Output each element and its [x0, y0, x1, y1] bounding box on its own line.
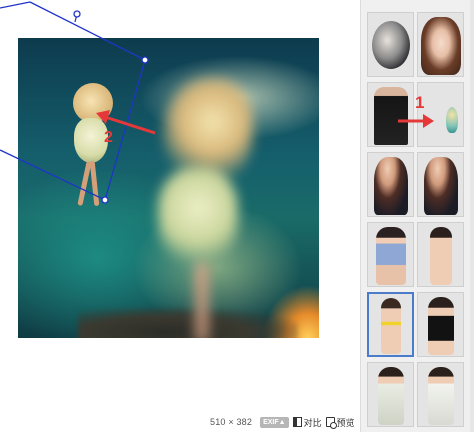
image-status-bar: 510 × 382 EXIF▲ 对比 预览	[210, 414, 360, 430]
image-dimensions: 510 × 382	[210, 417, 253, 427]
cutout-dress	[74, 118, 108, 163]
thumbnail-woman-dark-top-2[interactable]	[417, 152, 464, 217]
thumbnail-couple-suit-oval[interactable]	[367, 12, 414, 77]
thumbnail-woman-dark-top-1[interactable]	[367, 152, 414, 217]
compare-button[interactable]: 对比	[292, 416, 322, 429]
preview-button[interactable]: 预览	[325, 416, 355, 429]
blurred-legs	[195, 263, 209, 338]
cutout-hair	[73, 83, 113, 123]
preview-icon	[325, 417, 337, 429]
thumbnail-woman-yellow-bikini[interactable]	[367, 292, 414, 357]
compare-label: 对比	[303, 417, 322, 428]
preview-label: 预览	[336, 417, 355, 428]
blurred-dress	[158, 168, 238, 268]
thumbnail-woman-bikini-standing[interactable]	[417, 222, 464, 287]
edited-image-canvas[interactable]	[18, 38, 319, 338]
thumbnail-couple-black-suits[interactable]	[367, 82, 414, 147]
compare-icon	[292, 417, 302, 427]
thumbnail-woman-denim-shirt[interactable]	[367, 222, 414, 287]
thumbnail-woman-white-dress-1[interactable]	[367, 362, 414, 427]
exif-button[interactable]: EXIF▲	[260, 416, 289, 428]
thumbnail-fairy-cutout[interactable]	[417, 82, 464, 147]
thumbnail-panel	[360, 0, 474, 432]
image-workspace[interactable]: 510 × 382 EXIF▲ 对比 预览	[0, 0, 360, 432]
cutout-girl-layer[interactable]	[68, 83, 118, 208]
thumbnail-woman-white-dress-2[interactable]	[417, 362, 464, 427]
blurred-girl-figure	[143, 78, 253, 338]
cutout-right-leg	[89, 160, 100, 207]
thumbnail-scrollbar[interactable]	[470, 0, 474, 432]
thumbnail-anime-girl[interactable]	[417, 12, 464, 77]
thumbnail-woman-black-dress[interactable]	[417, 292, 464, 357]
